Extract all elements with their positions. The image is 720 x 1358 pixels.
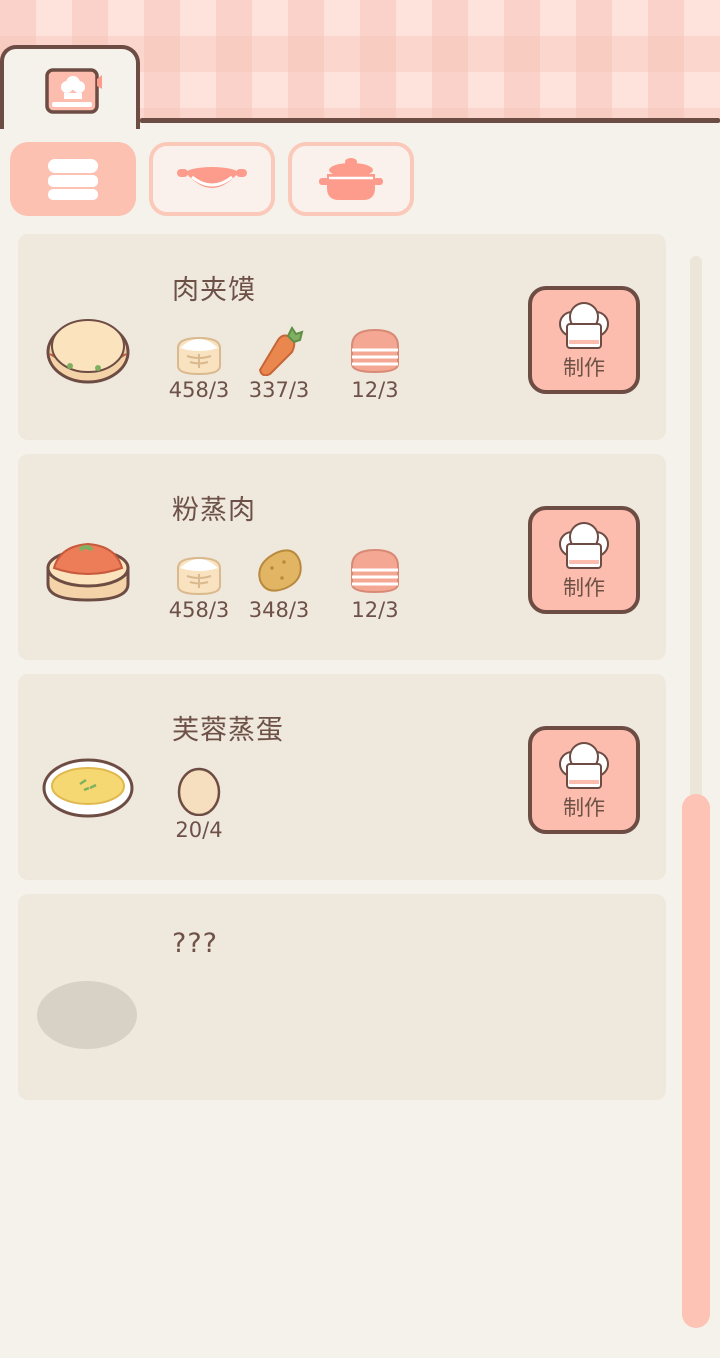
ingredient-count: 458/3 <box>168 598 230 622</box>
ingredient-egg: 20/4 <box>164 766 234 842</box>
ingredient-count: 20/4 <box>175 818 223 842</box>
chef-recipe-book-icon <box>45 68 102 114</box>
potato-icon <box>258 549 302 592</box>
make-button[interactable]: 制作 <box>528 506 640 614</box>
flour-icon <box>177 556 221 596</box>
ingredient-count: 348/3 <box>248 598 310 622</box>
make-button-label: 制作 <box>563 796 605 820</box>
category-tab-steamer[interactable] <box>10 142 136 216</box>
recipe-book-tab[interactable] <box>0 45 140 129</box>
wok-icon <box>177 167 247 188</box>
ingredient-potato: 348/3 <box>244 546 314 622</box>
chef-hat-icon <box>559 302 609 349</box>
category-tab-wok[interactable] <box>149 142 275 216</box>
make-button[interactable]: 制作 <box>528 726 640 834</box>
chef-hat-icon <box>559 522 609 569</box>
recipe-card[interactable]: 芙蓉蒸蛋 20/4 制作 <box>18 674 666 880</box>
recipe-card[interactable]: 粉蒸肉 458/3 348/3 12/3 制作 <box>18 454 666 660</box>
steamer-icon <box>48 159 98 200</box>
recipe-card[interactable]: 肉夹馍 458/3 337/3 12/3 制作 <box>18 234 666 440</box>
ingredient-count: 337/3 <box>248 378 310 402</box>
dish-name: 粉蒸肉 <box>172 495 256 526</box>
ingredient-flour: 458/3 <box>164 546 234 622</box>
ingredient-count: 458/3 <box>168 378 230 402</box>
category-tab-pot[interactable] <box>288 142 414 216</box>
ingredient-count: 12/3 <box>351 378 399 402</box>
carrot-icon <box>258 326 304 376</box>
pot-icon <box>319 158 383 200</box>
dish-name: 肉夹馍 <box>172 275 256 306</box>
ingredient-carrot: 337/3 <box>244 326 314 402</box>
make-button-label: 制作 <box>563 576 605 600</box>
locked-dish-silhouette <box>37 981 137 1049</box>
recipe-card-locked: ??? <box>18 894 666 1100</box>
banner-divider <box>140 118 720 123</box>
dish-name: ??? <box>172 928 218 959</box>
steamed-egg-icon <box>42 758 134 818</box>
scrollbar-thumb[interactable] <box>682 794 710 1328</box>
make-button-label: 制作 <box>563 356 605 380</box>
egg-icon <box>177 767 221 816</box>
bacon-icon <box>351 548 399 594</box>
make-button[interactable]: 制作 <box>528 286 640 394</box>
ingredient-flour: 458/3 <box>164 326 234 402</box>
roujiamo-icon <box>46 319 130 384</box>
bacon-icon <box>351 328 399 374</box>
flour-icon <box>177 336 221 376</box>
ingredient-bacon: 12/3 <box>340 326 410 402</box>
dish-name: 芙蓉蒸蛋 <box>172 715 284 746</box>
steamed-pork-icon <box>46 542 130 602</box>
chef-hat-icon <box>559 742 609 789</box>
ingredient-count: 12/3 <box>351 598 399 622</box>
ingredient-bacon: 12/3 <box>340 546 410 622</box>
